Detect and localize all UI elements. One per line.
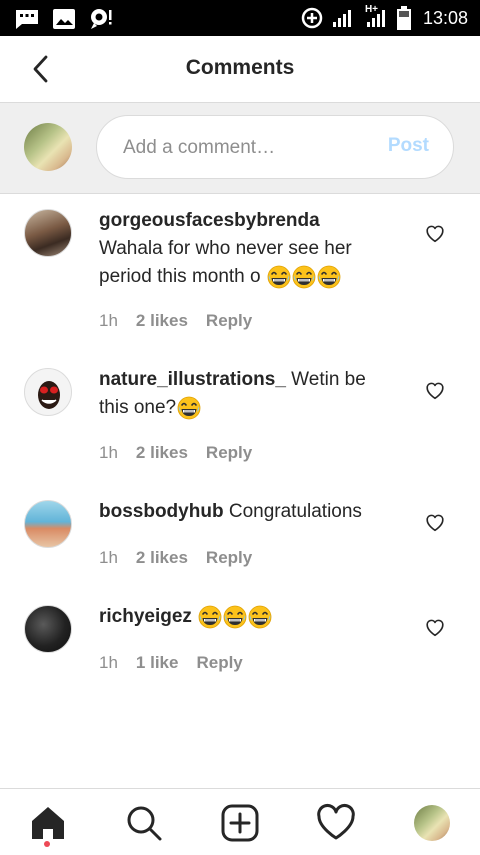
avatar[interactable] bbox=[24, 605, 72, 653]
location-alert-icon bbox=[91, 9, 112, 29]
current-user-avatar bbox=[24, 123, 72, 171]
network-signal: H+ bbox=[363, 4, 389, 29]
battery-icon bbox=[396, 6, 411, 30]
comment-likes[interactable]: 2 likes bbox=[136, 311, 188, 331]
comment-likes[interactable]: 2 likes bbox=[136, 443, 188, 463]
comment-username[interactable]: gorgeousfacesbybrenda bbox=[99, 210, 320, 231]
like-heart-icon[interactable] bbox=[424, 379, 446, 401]
avatar[interactable] bbox=[24, 368, 72, 416]
comment-time: 1h bbox=[99, 653, 118, 672]
comment-body: richyeigez bbox=[99, 603, 399, 631]
comment-meta: 1h 1 like Reply bbox=[99, 653, 243, 673]
comment-likes[interactable]: 2 likes bbox=[136, 548, 188, 568]
laughing-emoji-icon bbox=[317, 265, 341, 289]
like-heart-icon[interactable] bbox=[424, 222, 446, 244]
reply-button[interactable]: Reply bbox=[206, 311, 252, 331]
like-heart-icon[interactable] bbox=[424, 616, 446, 638]
profile-avatar[interactable] bbox=[414, 805, 450, 841]
comment-meta: 1h 2 likes Reply bbox=[99, 548, 252, 568]
clock: 13:08 bbox=[422, 7, 468, 28]
comment-text: Congratulations bbox=[228, 501, 362, 522]
activity-heart-icon[interactable] bbox=[316, 803, 356, 843]
laughing-emoji-icon bbox=[267, 265, 291, 289]
home-icon[interactable] bbox=[28, 803, 68, 843]
comment-time: 1h bbox=[99, 443, 118, 462]
bottom-nav bbox=[0, 788, 480, 855]
comment-time: 1h bbox=[99, 311, 118, 330]
laughing-emoji-icon bbox=[223, 605, 247, 629]
comment-likes[interactable]: 1 like bbox=[136, 653, 179, 673]
post-button[interactable]: Post bbox=[388, 135, 429, 157]
data-saver-icon bbox=[301, 7, 323, 29]
page-title: Comments bbox=[185, 56, 295, 79]
avatar[interactable] bbox=[24, 209, 72, 257]
reply-button[interactable]: Reply bbox=[206, 548, 252, 568]
like-heart-icon[interactable] bbox=[424, 511, 446, 533]
reply-button[interactable]: Reply bbox=[206, 443, 252, 463]
signal-icon bbox=[366, 10, 385, 27]
laughing-emoji-icon bbox=[248, 605, 272, 629]
comment-username[interactable]: bossbodyhub bbox=[99, 501, 224, 522]
signal-icon bbox=[332, 10, 351, 27]
comment-box: Post bbox=[96, 115, 454, 180]
comment-body: gorgeousfacesbybrenda Wahala for who nev… bbox=[99, 207, 399, 291]
avatar[interactable] bbox=[24, 500, 72, 548]
comment-composer: Post bbox=[0, 103, 480, 194]
comment-time: 1h bbox=[99, 548, 118, 567]
comment-username[interactable]: richyeigez bbox=[99, 606, 192, 627]
laughing-emoji-icon bbox=[292, 265, 316, 289]
laughing-emoji-icon bbox=[198, 605, 222, 629]
notification-dot bbox=[44, 841, 50, 847]
comment-input[interactable] bbox=[121, 116, 375, 180]
new-post-icon[interactable] bbox=[220, 803, 260, 843]
search-icon[interactable] bbox=[124, 803, 164, 843]
message-icon bbox=[16, 10, 38, 29]
comment-body: bossbodyhub Congratulations bbox=[99, 498, 399, 526]
app-header: Comments bbox=[0, 36, 480, 103]
comment-meta: 1h 2 likes Reply bbox=[99, 443, 252, 463]
reply-button[interactable]: Reply bbox=[196, 653, 242, 673]
status-bar: H+ 13:08 bbox=[0, 0, 480, 36]
laughing-emoji-icon bbox=[177, 396, 201, 420]
comment-meta: 1h 2 likes Reply bbox=[99, 311, 252, 331]
comment-body: nature_illustrations_ Wetin be this one? bbox=[99, 366, 399, 422]
image-icon bbox=[53, 9, 75, 29]
comment-username[interactable]: nature_illustrations_ bbox=[99, 369, 286, 390]
